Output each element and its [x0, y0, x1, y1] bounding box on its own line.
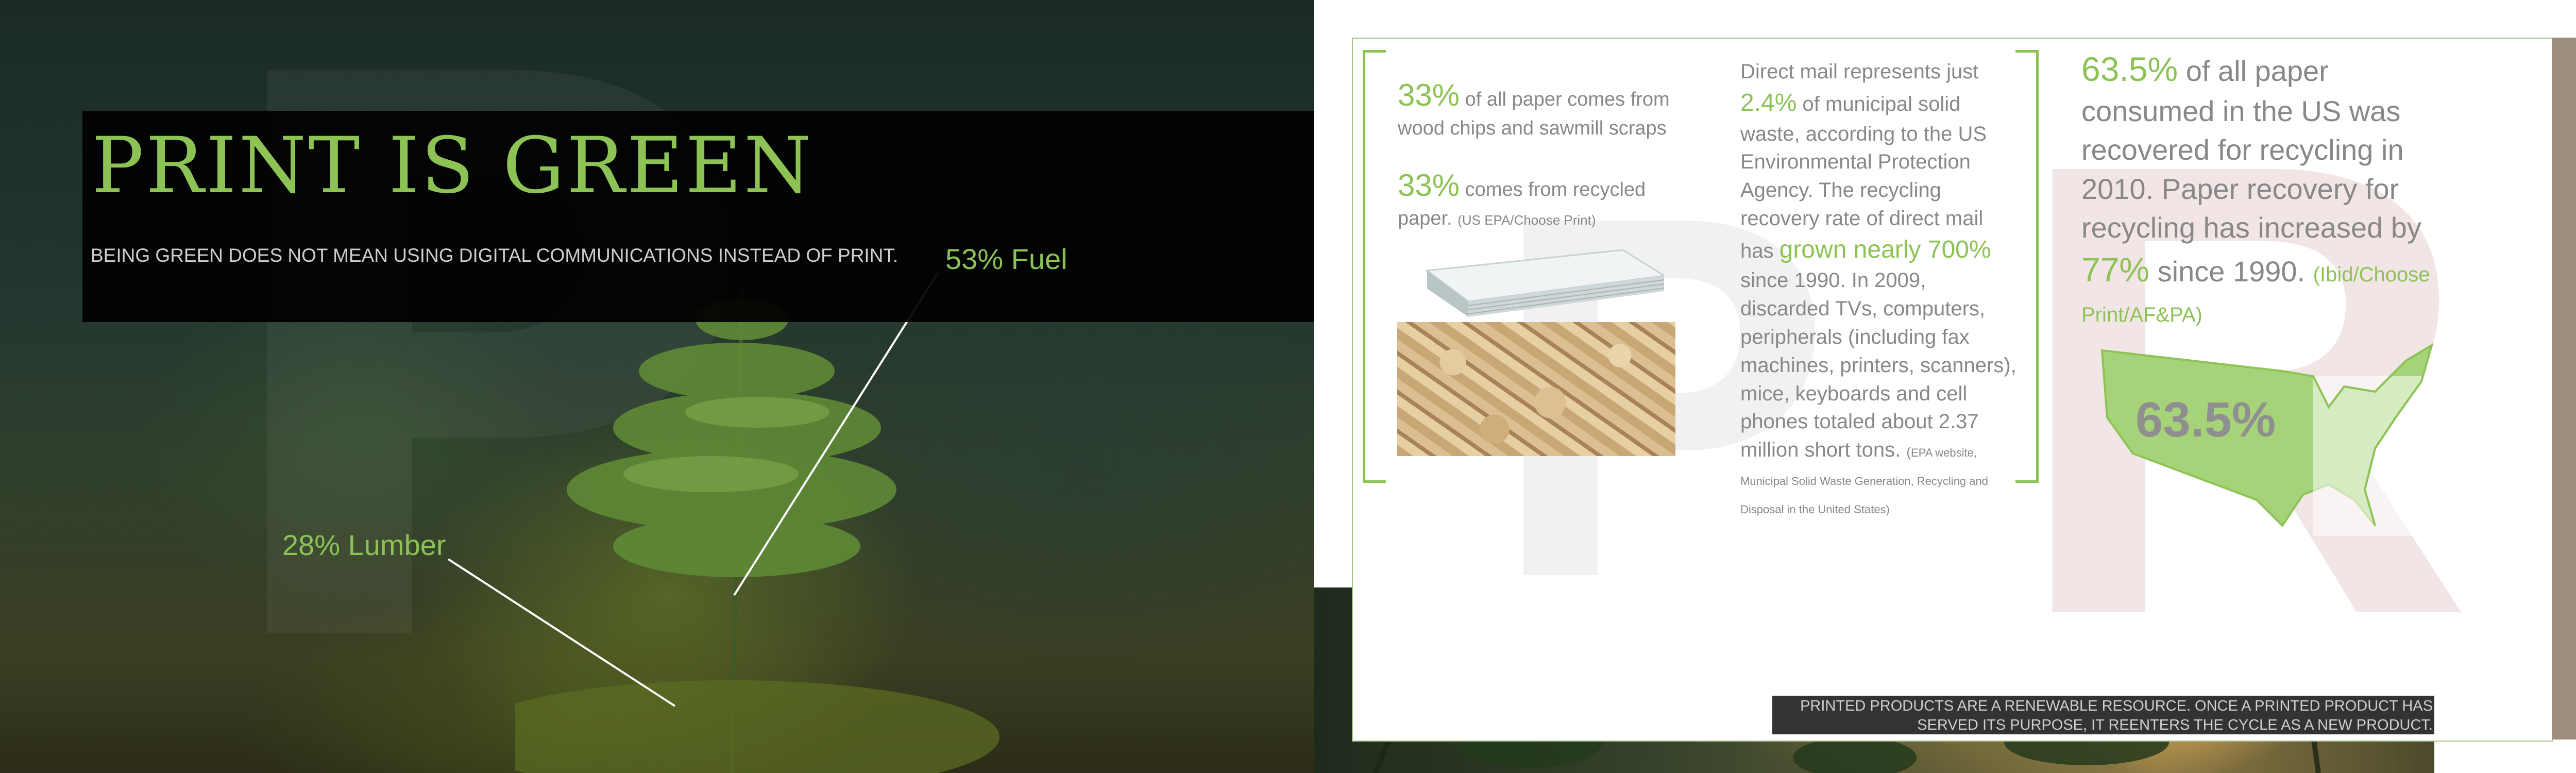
paper-recovery-fact: 63.5% of all paper consumed in the US wa…	[2081, 46, 2463, 331]
accent-bar	[2552, 38, 2576, 740]
text-run: since 1990.	[2149, 255, 2313, 288]
stat-value: 33%	[1398, 168, 1460, 203]
wood-chips-fact: 33% of all paper comes from wood chips a…	[1398, 75, 1691, 141]
map-value: 63.5%	[2136, 392, 2276, 447]
source-note-open: (	[1906, 444, 1911, 460]
highlight-value: 2.4%	[1740, 89, 1797, 116]
lumber-label: 28% Lumber	[282, 529, 446, 561]
page-subtitle: BEING GREEN DOES NOT MEAN USING DIGITAL …	[91, 245, 899, 266]
forest-panel: P PRINT IS GREEN BEING GREEN DOES NOT ME…	[0, 0, 1314, 773]
paper-stack-image	[1425, 249, 1664, 317]
direct-mail-fact: Direct mail represents just 2.4% of muni…	[1740, 58, 2019, 521]
stat-value: 33%	[1398, 78, 1460, 112]
page-title: PRINT IS GREEN	[92, 121, 814, 211]
source-note: (US EPA/Choose Print)	[1458, 212, 1596, 228]
highlight-value: 77%	[2081, 250, 2150, 289]
right-bracket	[2015, 50, 2039, 483]
recycled-paper-fact: 33% comes from recycled paper. (US EPA/C…	[1398, 165, 1691, 231]
caption-text: PRINTED PRODUCTS ARE A RENEWABLE RESOURC…	[1800, 698, 2433, 733]
highlight-value: grown nearly 700%	[1779, 236, 1991, 263]
text-run: since 1990. In 2009, discarded TVs, comp…	[1740, 269, 2016, 462]
highlight-value: 63.5%	[2081, 50, 2178, 88]
wood-chips-image	[1397, 322, 1675, 456]
left-bracket	[1363, 50, 1386, 483]
fuel-label: 53% Fuel	[945, 243, 1067, 275]
text-run: Direct mail represents just	[1740, 60, 1979, 83]
